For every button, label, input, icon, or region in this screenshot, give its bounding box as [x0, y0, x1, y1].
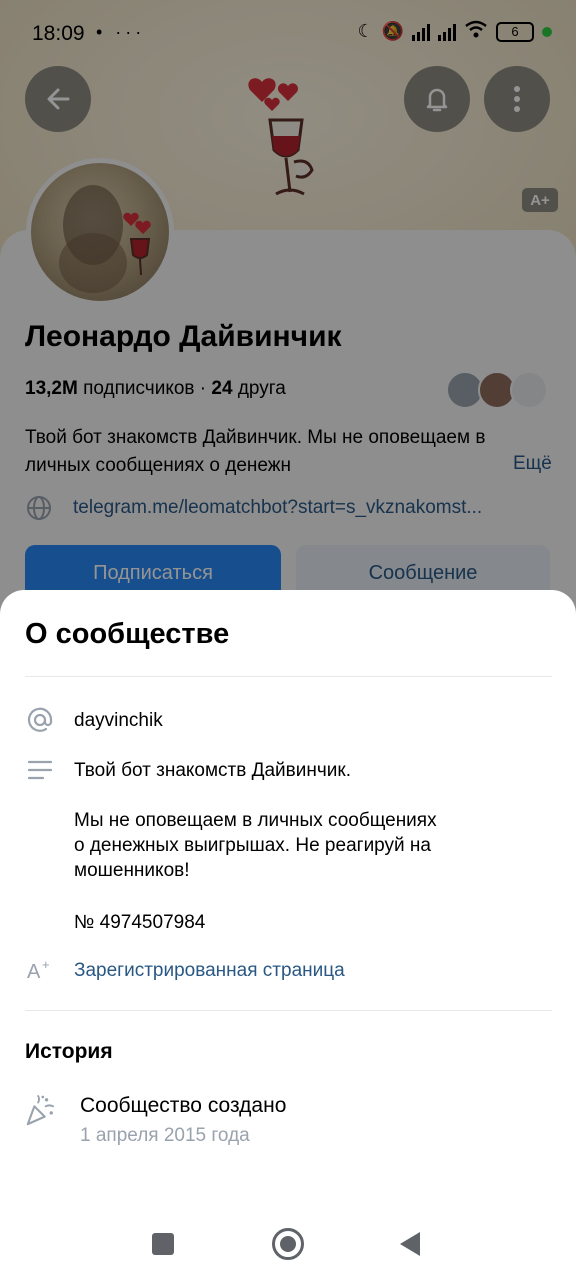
party-popper-icon: [25, 1094, 55, 1128]
divider: [25, 1010, 552, 1011]
svg-text:+: +: [42, 958, 50, 972]
history-event-title: Сообщество создано: [80, 1094, 287, 1117]
divider: [25, 676, 552, 677]
home-button[interactable]: [272, 1228, 304, 1260]
about-description-para2-line2: о денежных выигрышах. Не реагируй на: [74, 835, 431, 856]
aplus-icon: A +: [25, 958, 55, 982]
history-title: История: [25, 1040, 113, 1063]
text-lines-icon: [25, 758, 55, 782]
home-icon: [280, 1236, 296, 1252]
community-handle[interactable]: dayvinchik: [74, 708, 163, 733]
about-description-para2-line1: Мы не оповещаем в личных сообщениях: [74, 810, 437, 831]
at-sign-icon: [25, 706, 55, 734]
registered-page-link[interactable]: Зарегистрированная страница: [74, 958, 345, 983]
system-back-button[interactable]: [400, 1232, 420, 1256]
recent-apps-button[interactable]: [152, 1233, 174, 1255]
about-community-sheet: О сообществе dayvinchik Твой бот знакомс…: [0, 590, 576, 1280]
community-number: № 4974507984: [74, 912, 206, 933]
history-event-date: 1 апреля 2015 года: [80, 1125, 250, 1146]
svg-text:A: A: [27, 961, 41, 982]
about-description-para2-line3: мошенников!: [74, 860, 190, 881]
system-navigation-bar: [0, 1210, 576, 1280]
about-description-line1: Твой бот знакомств Дайвинчик.: [74, 760, 351, 781]
sheet-title: О сообществе: [25, 618, 230, 650]
